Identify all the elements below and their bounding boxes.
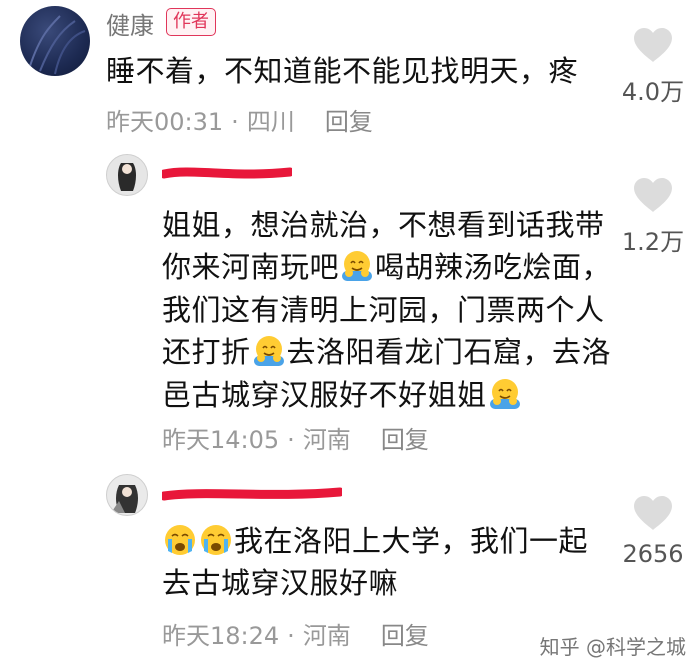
avatar[interactable] xyxy=(20,6,90,76)
hugging-face-emoji xyxy=(342,251,373,281)
watermark: 知乎 @科学之城 xyxy=(539,635,686,659)
comment-text-segment: 喝胡辣汤吃烩面， xyxy=(375,250,612,284)
like-button[interactable]: 2656 xyxy=(613,494,693,568)
location: 河南 xyxy=(302,426,351,454)
comment-text-segment: 我在洛阳上大学，我们一起 xyxy=(234,524,589,558)
comment-text-segment: 去洛阳看龙门石窟，去洛 xyxy=(286,335,612,369)
timestamp: 昨天18:24 xyxy=(162,622,280,650)
comment-text-segment: 邑古城穿汉服好不好姐姐 xyxy=(162,378,487,412)
redacted-username xyxy=(162,167,292,179)
crying-face-emoji xyxy=(165,525,195,555)
comment-text-segment: 还打折 xyxy=(162,335,251,369)
username[interactable]: 健康 xyxy=(106,6,154,41)
reply-button[interactable]: 回复 xyxy=(381,616,429,651)
like-button[interactable]: 1.2万 xyxy=(613,176,693,257)
comment-text-line: 去古城穿汉服好嘛 xyxy=(162,566,399,600)
location: 四川 xyxy=(246,108,295,136)
redacted-username xyxy=(162,487,342,501)
like-button[interactable]: 4.0万 xyxy=(613,26,693,107)
reply-button[interactable]: 回复 xyxy=(381,420,429,455)
reply-button[interactable]: 回复 xyxy=(325,102,373,137)
comment-text-line: 姐姐，想治就治，不想看到话我带 xyxy=(162,208,605,242)
avatar[interactable] xyxy=(106,154,148,196)
comment-text-segment: 你来河南玩吧 xyxy=(162,250,340,284)
separator-dot: · xyxy=(231,108,239,136)
comment-meta: 昨天00:31 · 四川 回复 xyxy=(106,102,373,137)
comment-text-line: 邑古城穿汉服好不好姐姐 xyxy=(162,374,523,417)
comment-meta: 昨天14:05 · 河南 回复 xyxy=(162,420,429,455)
timestamp: 昨天00:31 xyxy=(106,108,224,136)
author-badge: 作者 xyxy=(166,8,216,36)
like-count: 2656 xyxy=(622,540,684,568)
hugging-face-emoji xyxy=(489,379,520,409)
heart-icon xyxy=(634,28,672,62)
comment-text-line: 我们这有清明上河园，门票两个人 xyxy=(162,293,605,327)
crying-face-emoji xyxy=(201,525,231,555)
comment-text-line: 你来河南玩吧 喝胡辣汤吃烩面， xyxy=(162,246,611,289)
like-count: 1.2万 xyxy=(621,228,685,256)
avatar[interactable] xyxy=(106,474,148,516)
comment-meta: 昨天18:24 · 河南 回复 xyxy=(162,616,429,651)
comment-text-line: 还打折 去洛阳看龙门石窟，去洛 xyxy=(162,331,611,374)
separator-dot: · xyxy=(287,622,295,650)
heart-icon xyxy=(634,178,672,212)
like-count: 4.0万 xyxy=(621,78,685,106)
comment-text-line: 我在洛阳上大学，我们一起 xyxy=(162,520,588,563)
timestamp: 昨天14:05 xyxy=(162,426,280,454)
hugging-face-emoji xyxy=(253,336,284,366)
comment-text: 睡不着，不知道能不能见找明天，疼 xyxy=(106,54,579,88)
separator-dot: · xyxy=(287,426,295,454)
heart-icon xyxy=(634,496,672,530)
location: 河南 xyxy=(302,622,351,650)
